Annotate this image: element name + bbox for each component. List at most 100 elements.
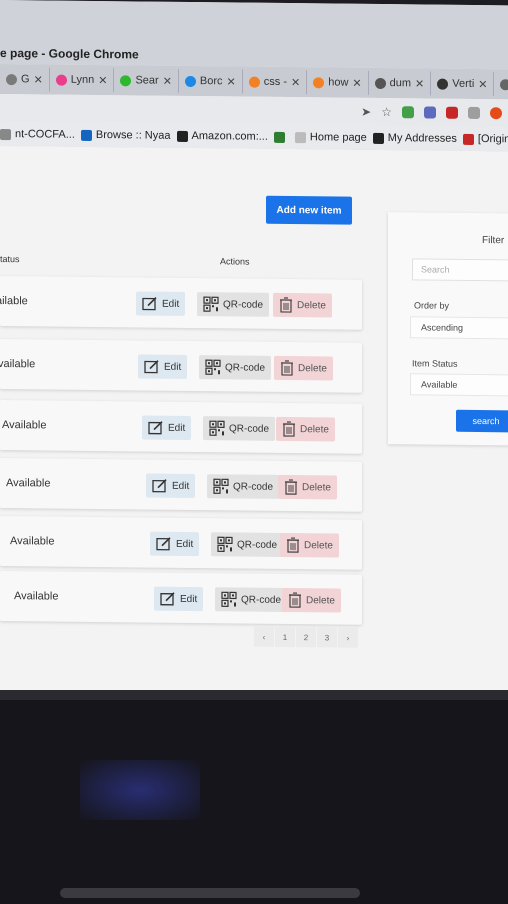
search-input[interactable]: Search bbox=[412, 258, 508, 282]
close-tab-icon[interactable]: ✕ bbox=[352, 76, 361, 89]
browser-tab[interactable]: how ✕ bbox=[307, 70, 369, 95]
bookmark-label: My Addresses bbox=[387, 132, 457, 145]
delete-label: Delete bbox=[297, 299, 326, 311]
send-icon[interactable]: ➤ bbox=[361, 105, 371, 119]
tab-favicon-icon bbox=[248, 76, 260, 88]
edit-button[interactable]: Edit bbox=[136, 291, 186, 316]
close-tab-icon[interactable]: ✕ bbox=[415, 77, 424, 90]
qr-code-button[interactable]: QR-code bbox=[199, 355, 272, 380]
tab-favicon-icon bbox=[6, 73, 17, 85]
tab-label: G bbox=[21, 73, 30, 86]
table-row: Available Edit QR-code Delete bbox=[0, 400, 362, 454]
edit-button[interactable]: Edit bbox=[142, 415, 192, 441]
delete-button[interactable]: Delete bbox=[282, 587, 341, 613]
browser-tab[interactable]: Sear ✕ bbox=[114, 68, 179, 93]
qr-code-button[interactable]: QR-code bbox=[211, 532, 284, 557]
search-button[interactable]: search bbox=[456, 409, 508, 433]
edit-label: Edit bbox=[176, 538, 194, 550]
bookmark-item[interactable]: Amazon.com:... bbox=[176, 130, 268, 143]
qr-code-button[interactable]: QR-code bbox=[215, 587, 288, 613]
monitor-screen: e page - Google Chrome G ✕ Lynn ✕ Sear ✕… bbox=[0, 0, 508, 706]
add-new-item-button[interactable]: Add new item bbox=[266, 195, 352, 225]
item-status: Available bbox=[14, 590, 59, 603]
browser-tab[interactable]: dum ✕ bbox=[368, 70, 432, 96]
trash-icon bbox=[279, 297, 293, 313]
delete-label: Delete bbox=[306, 594, 335, 607]
bookmark-item[interactable]: [Original 3D C... bbox=[462, 133, 508, 146]
qr-code-button[interactable]: QR-code bbox=[203, 416, 276, 441]
qr-code-label: QR-code bbox=[223, 298, 264, 311]
extension-icon[interactable] bbox=[490, 107, 502, 120]
table-row: Available Edit QR-code Delete bbox=[0, 571, 362, 625]
bookmark-label: [Original 3D C... bbox=[477, 133, 508, 146]
delete-button[interactable]: Delete bbox=[276, 416, 335, 442]
bookmark-item[interactable]: My Addresses bbox=[372, 132, 457, 145]
close-tab-icon[interactable]: ✕ bbox=[98, 74, 107, 87]
delete-button[interactable]: Delete bbox=[274, 355, 333, 381]
edit-label: Edit bbox=[164, 361, 182, 373]
bookmark-item[interactable]: nt-COCFA... bbox=[0, 128, 75, 141]
pagination-item[interactable]: 2 bbox=[296, 627, 316, 648]
tab-favicon-icon bbox=[500, 78, 508, 90]
bookmark-label: Amazon.com:... bbox=[191, 130, 268, 143]
item-status-label: Item Status bbox=[412, 358, 458, 369]
delete-button[interactable]: Delete bbox=[278, 474, 337, 500]
close-tab-icon[interactable]: ✕ bbox=[163, 74, 172, 87]
pagination-item[interactable]: 3 bbox=[317, 627, 337, 648]
tab-favicon-icon bbox=[120, 74, 132, 86]
edit-button[interactable]: Edit bbox=[146, 473, 196, 499]
tab-favicon-icon bbox=[374, 77, 386, 89]
item-status: vailable bbox=[0, 357, 36, 371]
close-tab-icon[interactable]: ✕ bbox=[291, 76, 300, 89]
extension-icon[interactable] bbox=[424, 106, 436, 119]
order-by-select[interactable]: Ascending bbox=[410, 316, 508, 340]
browser-tab[interactable]: Cont ✕ bbox=[494, 72, 508, 97]
qr-code-button[interactable]: QR-code bbox=[197, 292, 270, 317]
qr-code-label: QR-code bbox=[241, 594, 282, 606]
pagination-item[interactable]: ‹ bbox=[254, 626, 274, 647]
bookmark-item[interactable] bbox=[273, 131, 289, 143]
tab-favicon-icon bbox=[437, 78, 449, 90]
bookmark-item[interactable]: Browse :: Nyaa bbox=[80, 129, 171, 142]
delete-label: Delete bbox=[302, 481, 331, 493]
browser-tab[interactable]: Verti ✕ bbox=[431, 71, 495, 97]
close-tab-icon[interactable]: ✕ bbox=[34, 73, 43, 86]
bookmark-favicon-icon bbox=[80, 129, 92, 141]
close-tab-icon[interactable]: ✕ bbox=[227, 75, 236, 88]
bookmark-favicon-icon bbox=[176, 130, 188, 142]
order-by-label: Order by bbox=[414, 300, 450, 311]
bookmark-label: Browse :: Nyaa bbox=[95, 129, 171, 142]
filter-panel: Filter Search Order by Ascending Item St… bbox=[388, 212, 508, 446]
edit-icon bbox=[152, 479, 168, 493]
delete-label: Delete bbox=[304, 539, 333, 551]
shield-extension-icon[interactable] bbox=[402, 106, 414, 119]
bookmark-item[interactable]: Home page bbox=[294, 131, 367, 144]
star-icon[interactable]: ☆ bbox=[381, 105, 392, 119]
browser-tab[interactable]: G ✕ bbox=[0, 67, 50, 92]
browser-tab[interactable]: css - ✕ bbox=[242, 69, 308, 95]
extension-icon[interactable] bbox=[468, 106, 480, 120]
qr-code-icon bbox=[203, 296, 219, 312]
edit-icon bbox=[160, 592, 176, 606]
item-status-select[interactable]: Available bbox=[410, 373, 508, 397]
browser-tab[interactable]: Lynn ✕ bbox=[49, 67, 115, 93]
window-title: e page - Google Chrome bbox=[0, 46, 139, 62]
delete-label: Delete bbox=[300, 423, 329, 435]
delete-button[interactable]: Delete bbox=[273, 292, 332, 318]
qr-code-icon bbox=[217, 536, 233, 552]
extension-icon[interactable] bbox=[446, 106, 458, 119]
edit-button[interactable]: Edit bbox=[138, 354, 188, 379]
delete-button[interactable]: Delete bbox=[280, 532, 339, 558]
browser-tab[interactable]: Borc ✕ bbox=[178, 68, 243, 94]
pagination-item[interactable]: › bbox=[338, 627, 358, 648]
pagination-item[interactable]: 1 bbox=[275, 626, 295, 648]
table-row: Available Edit QR-code Delete bbox=[0, 516, 362, 570]
qr-code-button[interactable]: QR-code bbox=[207, 474, 280, 499]
edit-label: Edit bbox=[172, 480, 190, 492]
edit-button[interactable]: Edit bbox=[150, 531, 200, 557]
close-tab-icon[interactable]: ✕ bbox=[478, 78, 487, 91]
edit-button[interactable]: Edit bbox=[154, 586, 204, 612]
tab-favicon-icon bbox=[184, 75, 196, 87]
trash-icon bbox=[284, 479, 298, 495]
qr-code-icon bbox=[213, 478, 229, 494]
